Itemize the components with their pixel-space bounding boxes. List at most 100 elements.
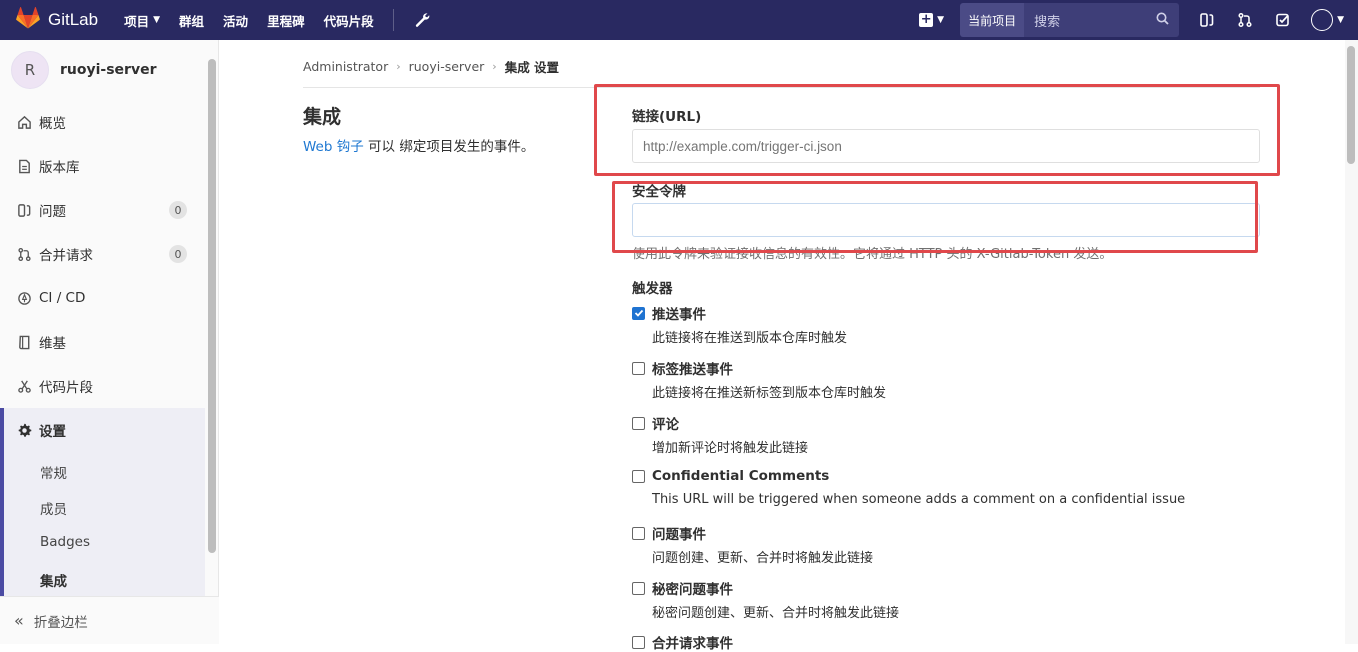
collapse-sidebar-button[interactable]: « 折叠边栏 <box>0 596 219 644</box>
breadcrumb-link[interactable]: ruoyi-server <box>409 59 485 74</box>
nav-activity[interactable]: 活动 <box>223 11 248 30</box>
trigger-help: 秘密问题创建、更新、合并时将触发此链接 <box>652 606 900 621</box>
top-navbar: GitLab 项目 ▼ 群组 活动 里程碑 代码片段 + ▼ 当前项目 搜索 ▼ <box>0 0 1358 40</box>
wrench-icon[interactable] <box>414 12 430 28</box>
checkbox[interactable] <box>632 526 645 540</box>
submenu-item-integrations[interactable]: 集成 <box>40 570 67 590</box>
sidebar-item-label: CI / CD <box>39 290 86 306</box>
section-description: Web 钩子 可以 绑定项目发生的事件。 <box>303 135 534 155</box>
avatar-icon[interactable] <box>1311 9 1334 31</box>
checkbox[interactable] <box>632 581 645 595</box>
todo-icon[interactable] <box>1273 10 1293 30</box>
chevron-down-icon[interactable]: ▼ <box>1337 15 1344 25</box>
search-scope-label[interactable]: 当前项目 <box>960 3 1025 37</box>
sidebar-item-label: 设置 <box>39 424 66 440</box>
trigger-help: 问题创建、更新、合并时将触发此链接 <box>652 551 874 566</box>
sidebar-project-header[interactable]: R ruoyi-server <box>0 40 218 100</box>
checkbox[interactable] <box>632 469 645 483</box>
checkbox[interactable] <box>632 416 645 430</box>
highlight-box-token <box>612 181 1258 253</box>
checkbox-checked[interactable] <box>632 306 645 320</box>
trigger-label: 推送事件 <box>652 307 706 323</box>
webhooks-link[interactable]: Web 钩子 <box>303 139 364 155</box>
sidebar-item-wiki[interactable]: 维基 <box>0 320 205 364</box>
trigger-confidential-comments[interactable]: Confidential Comments <box>632 468 829 484</box>
nav-milestones[interactable]: 里程碑 <box>267 11 305 30</box>
search-input[interactable]: 搜索 <box>1024 3 1180 37</box>
double-chevron-left-icon: « <box>14 611 24 630</box>
triggers-label: 触发器 <box>632 281 673 297</box>
nav-snippets[interactable]: 代码片段 <box>324 11 374 30</box>
scrollbar-thumb[interactable] <box>1347 46 1355 164</box>
sidebar: R ruoyi-server 概览 版本库 问题 0 合并请求 0 CI / C… <box>0 40 219 644</box>
sidebar-scrollbar[interactable] <box>208 45 216 553</box>
trigger-label: Confidential Comments <box>652 468 830 484</box>
new-dropdown-button[interactable]: + ▼ <box>919 13 944 27</box>
trigger-help: This URL will be triggered when someone … <box>652 492 1186 507</box>
sidebar-item-snippets[interactable]: 代码片段 <box>0 364 205 408</box>
project-name: ruoyi-server <box>60 62 157 78</box>
merge-request-icon[interactable] <box>1235 10 1255 30</box>
scrollbar-thumb[interactable] <box>208 59 216 553</box>
search-bar: 当前项目 搜索 <box>960 3 1180 37</box>
sidebar-item-label: 概览 <box>39 116 66 132</box>
checkbox[interactable] <box>632 635 645 649</box>
home-icon <box>16 114 32 130</box>
chevron-down-icon: ▼ <box>153 15 161 25</box>
nav-divider <box>392 9 394 31</box>
repository-icon <box>16 158 32 174</box>
breadcrumb-current: 集成 设置 <box>504 60 560 75</box>
trigger-confidential-issue-events[interactable]: 秘密问题事件 <box>632 578 733 598</box>
checkmark-icon <box>634 309 643 317</box>
nav-links: 项目 ▼ 群组 活动 里程碑 代码片段 <box>124 0 430 40</box>
sidebar-item-overview[interactable]: 概览 <box>0 100 205 144</box>
sidebar-item-label: 合并请求 <box>39 248 93 264</box>
gitlab-logo-icon <box>16 6 40 33</box>
sidebar-item-ci-cd[interactable]: CI / CD <box>0 276 205 320</box>
issues-icon[interactable] <box>1197 10 1217 30</box>
trigger-help: 此链接将在推送新标签到版本仓库时触发 <box>652 386 887 401</box>
trigger-tag-push-events[interactable]: 标签推送事件 <box>632 358 733 378</box>
gitlab-home-link[interactable]: GitLab <box>16 0 98 40</box>
nav-projects[interactable]: 项目 ▼ <box>124 11 160 30</box>
count-badge: 0 <box>169 201 187 219</box>
trigger-issue-events[interactable]: 问题事件 <box>632 523 706 543</box>
sidebar-item-label: 版本库 <box>39 160 80 176</box>
sidebar-item-label: 代码片段 <box>39 380 93 396</box>
trigger-push-events[interactable]: 推送事件 <box>632 303 706 323</box>
merge-request-icon <box>16 246 32 262</box>
page-scrollbar[interactable] <box>1345 40 1358 644</box>
trigger-help: 此链接将在推送到版本仓库时触发 <box>652 331 848 346</box>
page-title: 集成 <box>303 106 342 128</box>
trigger-label: 标签推送事件 <box>652 362 733 378</box>
nav-milestones-label: 里程碑 <box>267 13 305 29</box>
breadcrumb-link[interactable]: Administrator <box>303 59 388 74</box>
sidebar-item-merge-requests[interactable]: 合并请求 0 <box>0 232 205 276</box>
checkbox[interactable] <box>632 361 645 375</box>
project-avatar: R <box>11 51 49 89</box>
issues-icon <box>16 202 32 218</box>
submenu-item-general[interactable]: 常规 <box>40 462 67 482</box>
nav-groups[interactable]: 群组 <box>179 11 204 30</box>
submenu-item-members[interactable]: 成员 <box>40 498 67 518</box>
submenu-item-badges[interactable]: Badges <box>40 534 90 550</box>
snippet-icon <box>16 378 32 394</box>
search-icon <box>1156 12 1169 29</box>
chevron-right-icon: › <box>396 60 401 73</box>
collapse-label: 折叠边栏 <box>33 614 88 631</box>
sidebar-item-label: 维基 <box>39 336 66 352</box>
highlight-box-url <box>594 84 1280 176</box>
brand-name: GitLab <box>48 10 99 29</box>
trigger-comments[interactable]: 评论 <box>632 413 679 433</box>
chevron-right-icon: › <box>492 60 497 73</box>
book-icon <box>16 334 32 350</box>
sidebar-item-repository[interactable]: 版本库 <box>0 144 205 188</box>
sidebar-item-label: 问题 <box>39 204 66 220</box>
count-badge: 0 <box>169 245 187 263</box>
sidebar-item-settings[interactable]: 设置 <box>0 408 205 452</box>
sidebar-item-issues[interactable]: 问题 0 <box>0 188 205 232</box>
chevron-down-icon: ▼ <box>937 15 945 25</box>
rocket-icon <box>16 290 32 306</box>
nav-right: + ▼ 当前项目 搜索 ▼ <box>919 0 1358 40</box>
trigger-merge-request-events[interactable]: 合并请求事件 <box>632 632 733 652</box>
